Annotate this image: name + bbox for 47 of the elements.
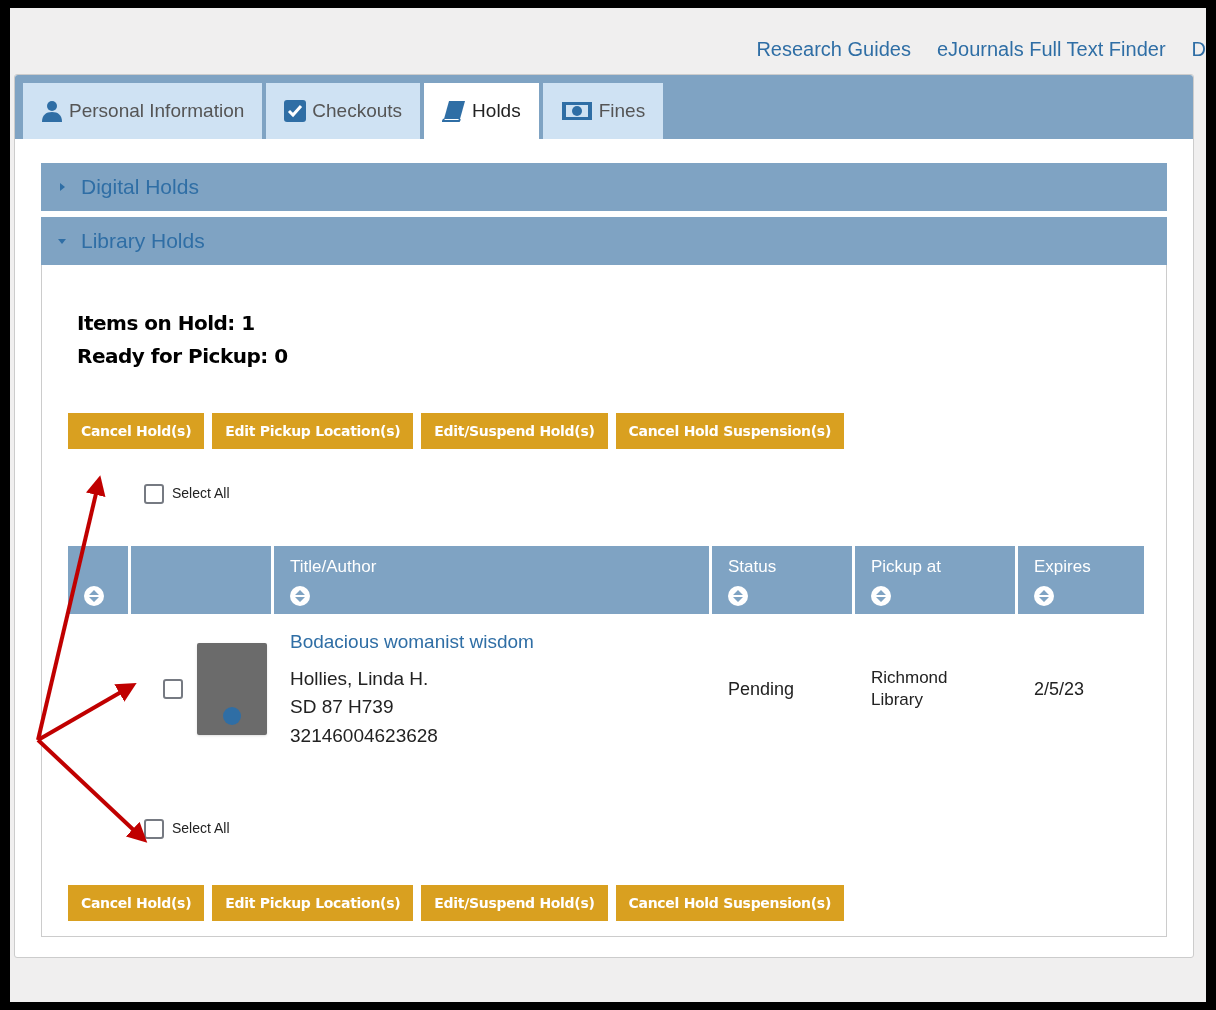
sort-icon[interactable] bbox=[1034, 586, 1054, 606]
column-header: Expires bbox=[1018, 546, 1144, 614]
select-all-label: Select All bbox=[172, 819, 230, 838]
expires-text: 2/5/23 bbox=[1034, 678, 1085, 699]
sort-icon[interactable] bbox=[728, 586, 748, 606]
section-header[interactable]: Library Holds bbox=[41, 217, 1167, 265]
tab[interactable]: Personal Information bbox=[23, 83, 263, 139]
section-header[interactable]: Digital Holds bbox=[41, 163, 1167, 211]
action-button[interactable]: Cancel Hold(s) bbox=[68, 885, 205, 921]
sort-icon[interactable] bbox=[84, 586, 104, 606]
checkbox[interactable] bbox=[163, 679, 183, 699]
summary-text: Ready for Pickup: 0 bbox=[76, 343, 289, 370]
caret-right-icon bbox=[57, 182, 67, 192]
nav-link[interactable]: D bbox=[1191, 34, 1206, 64]
sort-icon[interactable] bbox=[871, 586, 891, 606]
checkbox[interactable] bbox=[144, 818, 164, 839]
summary-text: Items on Hold: 1 bbox=[76, 310, 256, 337]
sort-icon[interactable] bbox=[290, 586, 310, 606]
checkbox[interactable] bbox=[144, 483, 164, 504]
action-button[interactable]: Cancel Hold Suspension(s) bbox=[615, 413, 844, 449]
column-header: Pickup at bbox=[855, 546, 1015, 614]
action-button[interactable]: Edit Pickup Location(s) bbox=[212, 885, 414, 921]
action-button[interactable]: Cancel Hold Suspension(s) bbox=[615, 885, 844, 921]
column-header: Status bbox=[712, 546, 852, 614]
pickup-text: Richmond bbox=[871, 667, 949, 689]
barcode-text: 32146004623628 bbox=[290, 723, 439, 748]
title-link[interactable]: Bodacious womanist wisdom bbox=[290, 628, 693, 657]
nav-link[interactable]: eJournals Full Text Finder bbox=[936, 34, 1166, 64]
money-icon bbox=[560, 101, 593, 121]
action-button[interactable]: Edit Pickup Location(s) bbox=[212, 413, 414, 449]
status-text: Pending bbox=[728, 678, 795, 699]
tab[interactable]: Checkouts bbox=[266, 83, 421, 139]
action-button[interactable]: Cancel Hold(s) bbox=[68, 413, 205, 449]
action-button[interactable]: Edit/Suspend Hold(s) bbox=[421, 885, 608, 921]
book-icon bbox=[442, 100, 467, 122]
column-header: Title/Author bbox=[274, 546, 709, 614]
call-number-text: SD 87 H739 bbox=[290, 695, 395, 719]
user-icon bbox=[41, 100, 63, 122]
select-all-label: Select All bbox=[172, 484, 230, 503]
nav-link[interactable]: Research Guides bbox=[756, 34, 911, 64]
tab[interactable]: Holds bbox=[424, 83, 539, 139]
caret-down-icon bbox=[57, 236, 67, 246]
author-text: Hollies, Linda H. bbox=[290, 666, 430, 691]
pickup-text: Library bbox=[871, 689, 924, 711]
checkbox-icon bbox=[284, 100, 307, 122]
action-button[interactable]: Edit/Suspend Hold(s) bbox=[421, 413, 608, 449]
tab[interactable]: Fines bbox=[542, 83, 664, 139]
